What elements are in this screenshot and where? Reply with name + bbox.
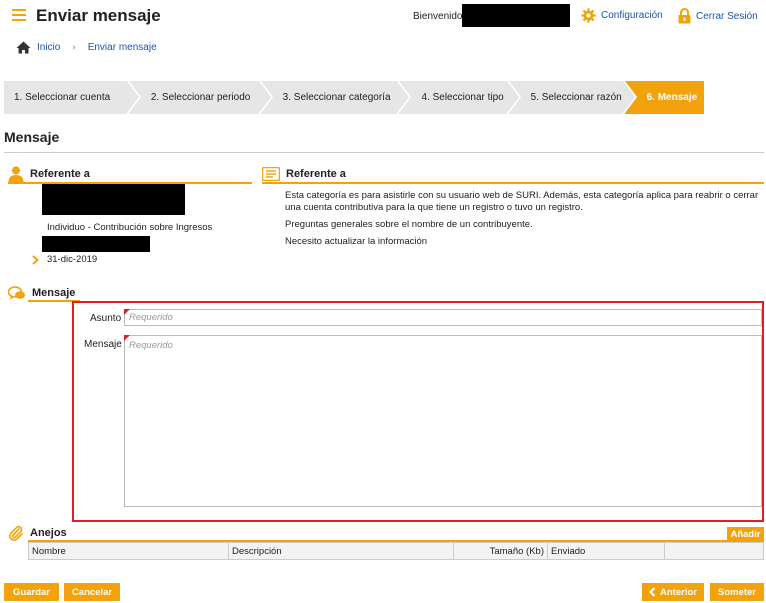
- user-icon: [8, 166, 24, 182]
- column-header-actions: [664, 542, 764, 560]
- submit-button[interactable]: Someter: [710, 583, 764, 601]
- table-header-row: Nombre Descripción Tamaño (Kb) Enviado: [28, 542, 764, 560]
- step-select-reason[interactable]: 5. Seleccionar razón: [508, 81, 637, 114]
- category-reason: Necesito actualizar la información: [285, 236, 428, 247]
- person-type: Individuo - Contribución sobre Ingresos: [47, 222, 213, 233]
- attachments-table: Nombre Descripción Tamaño (Kb) Enviado: [28, 542, 764, 560]
- paperclip-icon: [9, 525, 23, 541]
- required-marker: [124, 309, 130, 315]
- mensaje-heading: Mensaje: [32, 287, 76, 299]
- column-header-name[interactable]: Nombre: [28, 542, 229, 560]
- mensaje-label: Mensaje: [84, 339, 122, 350]
- wizard-steps: 1. Seleccionar cuenta 2. Seleccionar per…: [4, 81, 706, 114]
- step-select-type[interactable]: 4. Seleccionar tipo: [399, 81, 521, 114]
- list-icon: [262, 167, 280, 181]
- breadcrumb-chevron-icon: ›: [72, 42, 76, 53]
- referente-left-heading: Referente a: [30, 168, 90, 180]
- breadcrumb-current[interactable]: Enviar mensaje: [88, 42, 157, 53]
- divider: [4, 152, 764, 153]
- gear-icon: [581, 8, 596, 23]
- mensaje-textarea[interactable]: [124, 335, 762, 507]
- logout-label: Cerrar Sesión: [696, 10, 758, 22]
- asunto-input[interactable]: [124, 309, 762, 326]
- section-title: Mensaje: [4, 129, 60, 145]
- breadcrumb: Inicio › Enviar mensaje: [16, 41, 157, 54]
- previous-label: Anterior: [660, 586, 697, 598]
- category-type: Preguntas generales sobre el nombre de u…: [285, 219, 533, 230]
- page-title: Enviar mensaje: [36, 6, 161, 25]
- chevron-left-icon: [649, 587, 656, 597]
- breadcrumb-home[interactable]: Inicio: [37, 42, 60, 53]
- step-select-category[interactable]: 3. Seleccionar categoría: [260, 81, 412, 114]
- column-header-sent[interactable]: Enviado: [547, 542, 665, 560]
- referente-right-heading: Referente a: [286, 168, 346, 180]
- lock-icon: [678, 8, 691, 24]
- logout-link[interactable]: Cerrar Sesión: [678, 8, 758, 24]
- config-link[interactable]: Configuración: [581, 8, 663, 23]
- referente-left-header: Referente a: [8, 166, 252, 184]
- chat-bubbles-icon: [8, 285, 25, 300]
- redacted-name: [42, 184, 185, 215]
- anejos-header: Anejos: [8, 525, 67, 541]
- welcome-text: Bienvenido: [413, 11, 463, 22]
- config-label: Configuración: [601, 10, 663, 21]
- referente-right-header: Referente a: [262, 166, 764, 184]
- required-marker: [124, 335, 130, 341]
- step-select-account[interactable]: 1. Seleccionar cuenta: [4, 81, 141, 114]
- redacted-username: [462, 4, 570, 27]
- redacted-id: [42, 236, 150, 252]
- column-header-description[interactable]: Descripción: [228, 542, 454, 560]
- previous-button[interactable]: Anterior: [642, 583, 704, 601]
- column-header-size[interactable]: Tamaño (Kb): [453, 542, 548, 560]
- mensaje-header: Mensaje: [8, 284, 764, 302]
- step-select-period[interactable]: 2. Seleccionar periodo: [128, 81, 273, 114]
- home-icon[interactable]: [16, 41, 31, 54]
- anejos-heading: Anejos: [30, 527, 67, 539]
- hamburger-menu-icon[interactable]: [12, 9, 26, 22]
- cancel-button[interactable]: Cancelar: [64, 583, 120, 601]
- save-button[interactable]: Guardar: [4, 583, 59, 601]
- period-date: 31-dic-2019: [32, 254, 97, 265]
- asunto-label: Asunto: [90, 313, 122, 324]
- period-date-value: 31-dic-2019: [47, 254, 98, 265]
- category-description: Esta categoría es para asistirle con su …: [285, 190, 759, 213]
- chevron-right-icon: [32, 254, 39, 265]
